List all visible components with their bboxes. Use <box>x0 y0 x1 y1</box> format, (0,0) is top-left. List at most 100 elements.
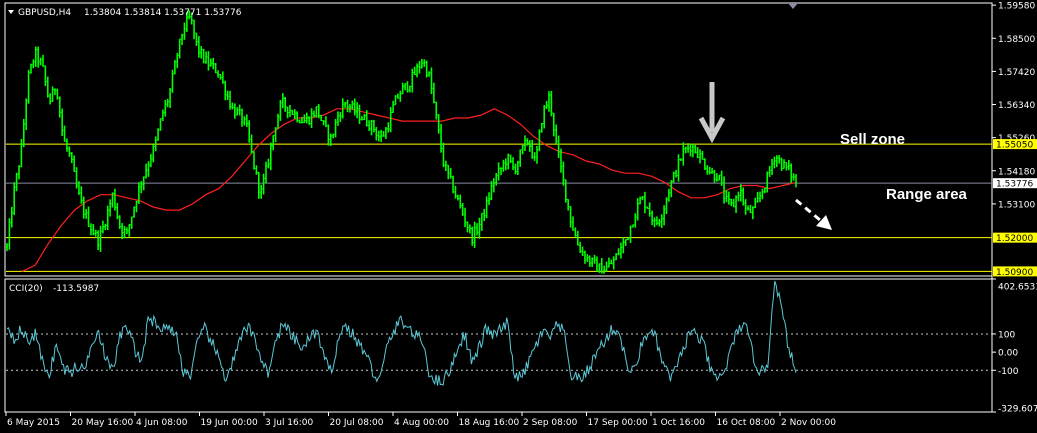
price-bar <box>545 100 548 109</box>
price-tick-label-3: 1.56340 <box>998 101 1035 111</box>
price-bar <box>84 208 88 219</box>
price-bar <box>123 226 126 239</box>
price-bar <box>619 242 623 259</box>
price-bar <box>377 130 380 142</box>
price-bar <box>590 257 594 267</box>
price-bar <box>718 174 721 181</box>
price-bar <box>180 33 184 46</box>
price-bar <box>89 223 93 236</box>
price-bar <box>245 114 249 127</box>
price-bar <box>768 166 771 177</box>
price-bar <box>411 68 414 93</box>
price-bar <box>605 261 608 272</box>
price-bar <box>128 223 131 237</box>
price-bar <box>80 186 83 204</box>
price-bar <box>785 161 788 171</box>
price-bar <box>293 109 296 119</box>
price-bar <box>775 155 779 168</box>
price-bar <box>734 195 738 214</box>
price-bar <box>267 158 270 169</box>
price-bar <box>754 197 757 209</box>
price-bar <box>600 257 603 274</box>
price-bar <box>552 112 555 137</box>
price-bar <box>183 22 186 40</box>
price-bar <box>624 239 627 246</box>
price-bar <box>586 254 589 262</box>
price-bar <box>120 223 124 240</box>
price-bar <box>746 205 750 211</box>
price-bar <box>353 98 356 116</box>
price-bar <box>236 107 239 116</box>
price-bar <box>288 104 292 117</box>
price-bar <box>156 128 160 141</box>
price-bar <box>324 116 328 128</box>
time-tick-label-11: 16 Oct 08:00 <box>717 418 776 428</box>
price-bar <box>46 76 49 98</box>
cci-tick-label-4: -329.6071 <box>998 405 1037 415</box>
price-bar <box>331 133 335 139</box>
price-bar <box>706 165 709 175</box>
price-bar <box>65 138 69 152</box>
price-bar <box>70 152 73 163</box>
price-bar <box>394 95 397 106</box>
price-bar <box>667 188 671 202</box>
price-bar <box>463 207 467 228</box>
price-bar <box>708 166 711 175</box>
price-bar <box>466 221 469 233</box>
price-bar <box>34 46 37 67</box>
price-bar <box>27 69 30 104</box>
symbol-label: GBPUSD,H4 <box>18 8 71 18</box>
price-bar <box>742 187 745 206</box>
price-bar <box>643 191 647 214</box>
price-bar <box>212 57 215 70</box>
price-bar <box>554 124 558 144</box>
price-bar <box>68 146 71 157</box>
price-bar <box>116 202 119 220</box>
price-bar <box>521 144 524 155</box>
price-bar <box>650 210 654 226</box>
chart-canvas: 1.595801.585001.574201.563401.552601.541… <box>4 2 1037 428</box>
price-bar <box>571 216 575 231</box>
price-bar <box>787 159 791 171</box>
price-bar <box>682 142 685 166</box>
price-bar <box>75 167 78 189</box>
time-tick-label-9: 17 Sep 00:00 <box>588 418 648 428</box>
price-bar <box>607 257 611 268</box>
price-bar <box>144 163 148 179</box>
price-bar <box>487 192 491 206</box>
price-bar <box>132 206 136 218</box>
cci-tick-label-1: 100 <box>998 330 1015 340</box>
price-bar <box>653 217 656 228</box>
price-bar <box>427 71 431 77</box>
price-bar <box>147 161 150 177</box>
price-bar <box>322 120 325 126</box>
price-bar <box>444 160 448 171</box>
time-tick-label-0: 6 May 2015 <box>7 418 60 428</box>
price-bar <box>339 111 342 123</box>
price-bar <box>423 59 426 67</box>
price-bar <box>125 227 129 235</box>
price-bar <box>468 224 472 234</box>
price-bar <box>20 138 23 168</box>
time-tick-label-1: 20 May 16:00 <box>72 418 134 428</box>
time-tick-label-12: 2 Nov 00:00 <box>781 418 836 428</box>
price-bar <box>10 206 13 228</box>
price-bar <box>207 51 210 71</box>
price-bar <box>641 196 644 201</box>
price-bar <box>677 154 680 182</box>
price-bar <box>725 190 728 203</box>
price-bar <box>471 226 474 246</box>
ohlc-values: 1.53804 1.53814 1.53771 1.53776 <box>84 8 242 18</box>
price-bar <box>519 149 522 167</box>
price-bar <box>164 99 167 117</box>
price-bar <box>252 151 256 170</box>
time-tick-label-8: 2 Sep 08:00 <box>523 418 578 428</box>
menu-triangle-icon[interactable] <box>8 10 14 14</box>
price-bar <box>56 88 59 100</box>
price-bar <box>634 213 637 228</box>
price-bar <box>497 162 500 181</box>
scroll-marker-icon[interactable] <box>788 3 798 9</box>
price-bar <box>629 225 632 244</box>
price-bar <box>583 250 587 264</box>
price-bar <box>171 69 174 93</box>
